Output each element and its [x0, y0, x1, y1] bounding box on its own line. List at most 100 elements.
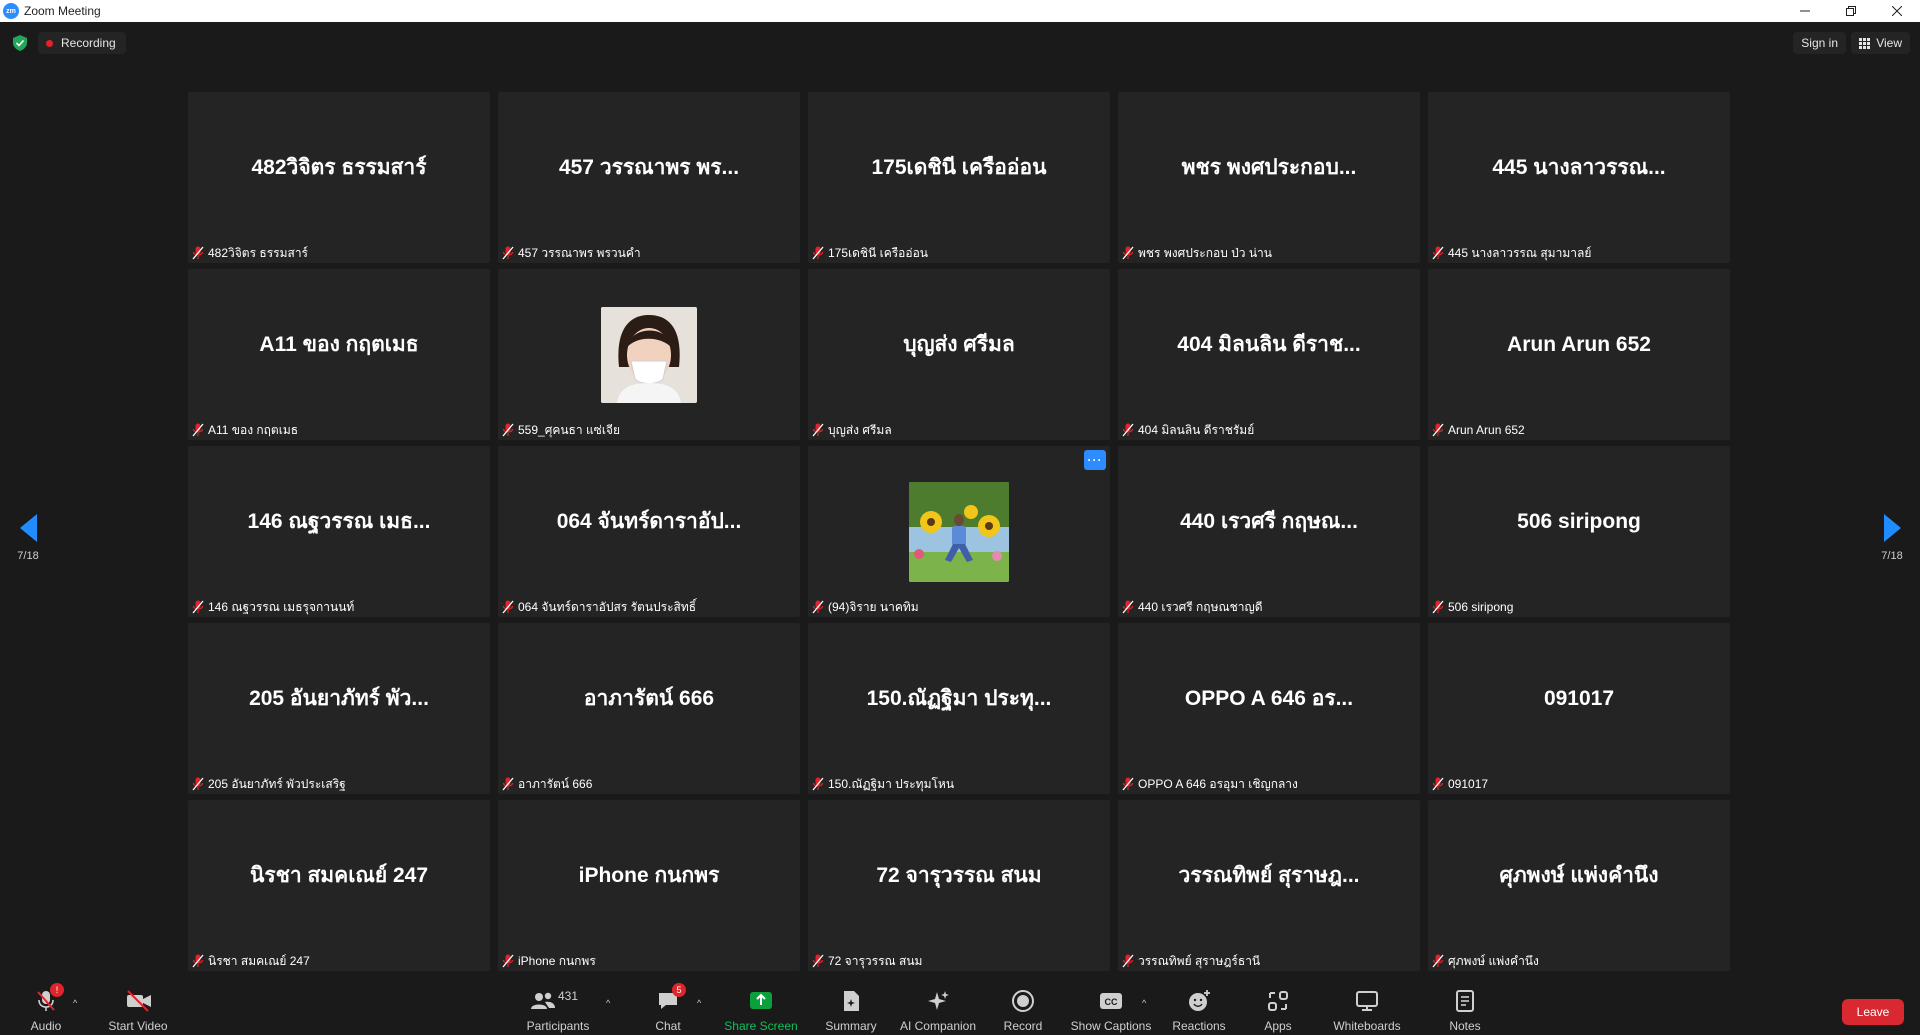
participant-photo [601, 306, 697, 403]
summary-label: Summary [825, 1019, 877, 1033]
participant-tile[interactable]: 404 มิลนลิน ดีราช... 404 มิลนลิน ดีราชรัม… [1118, 269, 1420, 440]
participant-tile[interactable]: Arun Arun 652 Arun Arun 652 [1428, 269, 1730, 440]
shield-check-icon[interactable] [13, 35, 27, 51]
participant-name-text: 150.ณัฏฐิมา ประทุมโหน [828, 776, 955, 791]
chat-button[interactable]: 5 Chat [648, 980, 688, 1035]
start-video-button[interactable]: Start Video [106, 980, 170, 1035]
participant-name-label: OPPO A 646 อรอุมา เชิญกลาง [1122, 776, 1298, 792]
participant-name-text: 482วิจิตร ธรรมสาร์ [208, 245, 308, 260]
participant-display-name: 506 siripong [1517, 509, 1641, 533]
sign-in-button[interactable]: Sign in [1793, 32, 1846, 54]
audio-label: Audio [30, 1019, 62, 1033]
participant-tile[interactable]: ··· (94)จิราย นาคทิม [808, 446, 1110, 617]
participant-tile[interactable]: พชร พงศประกอบ... พชร พงศประกอบ ป่ว น่าน [1118, 92, 1420, 263]
participants-label: Participants [526, 1019, 590, 1033]
arrow-left-icon [19, 514, 37, 542]
next-page-button[interactable]: 7/18 [1872, 514, 1912, 562]
reactions-button[interactable]: Reactions [1170, 980, 1228, 1035]
participant-tile[interactable]: นิรชา สมคเณย์ 247 นิรชา สมคเณย์ 247 [188, 800, 490, 971]
microphone-muted-icon [1122, 600, 1134, 614]
recording-label: Recording [61, 36, 116, 50]
participant-tile[interactable]: 175เดชินี เครืออ่อน 175เดชินี เครืออ่อน [808, 92, 1110, 263]
participant-tile[interactable]: 482วิจิตร ธรรมสาร์ 482วิจิตร ธรรมสาร์ [188, 92, 490, 263]
participant-display-name: 150.ณัฏฐิมา ประทุ... [866, 687, 1052, 710]
participant-tile[interactable]: 72 จารุวรรณ สนม 72 จารุวรรณ สนม [808, 800, 1110, 971]
participant-photo [909, 481, 1009, 582]
ai-companion-button[interactable]: AI Companion [898, 980, 978, 1035]
participants-icon: 431 [530, 989, 586, 1013]
participant-name-label: 482วิจิตร ธรรมสาร์ [192, 245, 308, 261]
participant-name-label: Arun Arun 652 [1432, 422, 1525, 438]
participant-tile[interactable]: 457 วรรณาพร พร... 457 วรรณาพร พรวนคำ [498, 92, 800, 263]
restore-icon[interactable] [1828, 0, 1874, 22]
participant-tile[interactable]: 440 เรวศรี กฤษณ... 440 เรวศรี กฤษณชาญดี [1118, 446, 1420, 617]
sparkle-icon [926, 989, 950, 1013]
window-title: Zoom Meeting [24, 4, 101, 18]
record-button[interactable]: Record [1002, 980, 1044, 1035]
audio-options-caret-icon[interactable]: ^ [73, 998, 77, 1008]
participants-count: 431 [558, 989, 579, 1003]
page-indicator-right: 7/18 [1881, 550, 1903, 562]
participant-name-text: 72 จารุวรรณ สนม [828, 953, 923, 968]
participant-display-name: บุญส่ง ศรีมล [903, 333, 1015, 356]
microphone-muted-icon [1432, 954, 1444, 968]
participant-name-label: A11 ของ กฤตเมธ [192, 422, 298, 438]
participant-tile[interactable]: A11 ของ กฤตเมธ A11 ของ กฤตเมธ [188, 269, 490, 440]
close-icon[interactable] [1874, 0, 1920, 22]
view-label: View [1876, 36, 1902, 50]
participant-tile[interactable]: 064 จันทร์ดาราอัป... 064 จันทร์ดาราอัปสร … [498, 446, 800, 617]
recording-indicator[interactable]: Recording [38, 32, 126, 54]
participant-tile[interactable]: 506 siripong 506 siripong [1428, 446, 1730, 617]
participant-name-text: 175เดชินี เครืออ่อน [828, 245, 928, 260]
more-options-icon[interactable]: ··· [1084, 450, 1106, 470]
microphone-muted-icon [812, 600, 824, 614]
participant-name-label: 72 จารุวรรณ สนม [812, 953, 922, 969]
participant-display-name: 404 มิลนลิน ดีราช... [1177, 333, 1361, 356]
participant-tile[interactable]: วรรณทิพย์ สุราษฎ... วรรณทิพย์ สุราษฎร์ธาน… [1118, 800, 1420, 971]
participant-tile[interactable]: ศุภพงษ์ แพ่งคำนึง ศุภพงษ์ แพ่งคำนึง [1428, 800, 1730, 971]
participant-tile[interactable]: 091017 091017 [1428, 623, 1730, 794]
participants-options-caret-icon[interactable]: ^ [606, 998, 610, 1008]
participant-tile[interactable]: iPhone กนกพร iPhone กนกพร [498, 800, 800, 971]
participant-tile[interactable]: 146 ณฐวรรณ เมธ... 146 ณฐวรรณ เมธรุจกานนท์ [188, 446, 490, 617]
participant-name-label: อาภารัตน์ 666 [502, 776, 592, 792]
microphone-muted-icon [502, 777, 514, 791]
participant-tile[interactable]: 205 อันยาภัทร์ พัว... 205 อันยาภัทร์ พัวป… [188, 623, 490, 794]
arrow-right-icon [1883, 514, 1901, 542]
share-screen-button[interactable]: Share Screen [724, 980, 798, 1035]
participant-name-label: 150.ณัฏฐิมา ประทุมโหน [812, 776, 954, 792]
participant-tile[interactable]: OPPO A 646 อร... OPPO A 646 อรอุมา เชิญกล… [1118, 623, 1420, 794]
previous-page-button[interactable]: 7/18 [8, 514, 48, 562]
participant-tile[interactable]: บุญส่ง ศรีมล บุญส่ง ศรีมล [808, 269, 1110, 440]
participant-name-text: A11 ของ กฤตเมธ [208, 422, 299, 437]
minimize-icon[interactable] [1782, 0, 1828, 22]
view-button[interactable]: View [1851, 32, 1910, 54]
window-controls [1782, 0, 1920, 22]
participant-tile[interactable]: 559_ศุคนธา แซ่เจีย [498, 269, 800, 440]
apps-icon [1266, 989, 1290, 1013]
leave-button[interactable]: Leave [1842, 999, 1904, 1025]
participant-tile[interactable]: 150.ณัฏฐิมา ประทุ... 150.ณัฏฐิมา ประทุมโห… [808, 623, 1110, 794]
participant-tile[interactable]: อาภารัตน์ 666 อาภารัตน์ 666 [498, 623, 800, 794]
microphone-muted-icon [1122, 954, 1134, 968]
participant-display-name: 175เดชินี เครืออ่อน [871, 156, 1047, 179]
participant-name-text: บุญส่ง ศรีมล [828, 422, 892, 437]
participant-name-label: 091017 [1432, 776, 1488, 792]
participant-name-label: (94)จิราย นาคทิม [812, 599, 919, 615]
participant-name-label: 404 มิลนลิน ดีราชรัมย์ [1122, 422, 1254, 438]
share-screen-icon [749, 989, 773, 1013]
show-captions-button[interactable]: CC Show Captions [1070, 980, 1152, 1035]
participant-name-text: 559_ศุคนธา แซ่เจีย [518, 422, 620, 437]
apps-button[interactable]: Apps [1262, 980, 1294, 1035]
notes-button[interactable]: Notes [1448, 980, 1482, 1035]
participant-tile[interactable]: 445 นางลาวรรณ... 445 นางลาวรรณ สุมามาลย์ [1428, 92, 1730, 263]
audio-button[interactable]: ! Audio [28, 980, 64, 1035]
whiteboards-button[interactable]: Whiteboards [1332, 980, 1402, 1035]
participants-button[interactable]: 431 Participants [524, 980, 592, 1035]
captions-options-caret-icon[interactable]: ^ [1142, 998, 1146, 1008]
microphone-muted-icon [1432, 777, 1444, 791]
summary-button[interactable]: Summary [822, 980, 880, 1035]
participant-name-text: 457 วรรณาพร พรวนคำ [518, 245, 641, 260]
chat-options-caret-icon[interactable]: ^ [697, 998, 701, 1008]
participant-display-name: 72 จารุวรรณ สนม [876, 864, 1042, 887]
